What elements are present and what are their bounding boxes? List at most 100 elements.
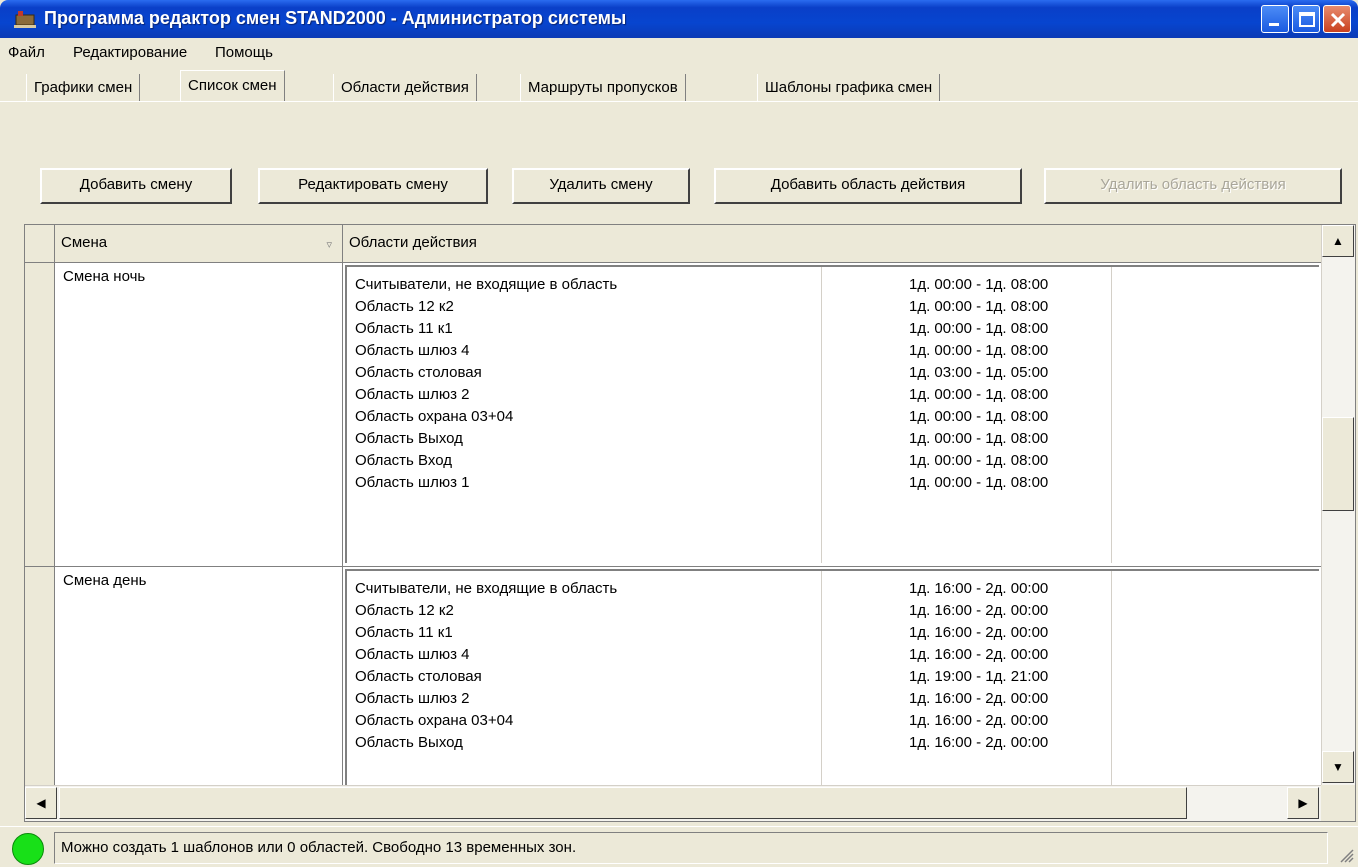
list-item[interactable]: Область 11 к1 1д. 00:00 - 1д. 08:00: [347, 319, 1307, 340]
row-indicator[interactable]: [25, 567, 55, 821]
tab-action-areas[interactable]: Области действия: [333, 74, 477, 102]
scroll-up-button[interactable]: ▲: [1322, 225, 1354, 257]
delete-area-button[interactable]: Удалить область действия: [1044, 168, 1342, 204]
tab-strip: Графики смен Список смен Области действи…: [0, 68, 1358, 102]
list-item[interactable]: Область 12 к2 1д. 16:00 - 2д. 00:00: [347, 601, 1307, 622]
scroll-left-button[interactable]: ◀: [25, 787, 57, 819]
area-time: 1д. 16:00 - 2д. 00:00: [909, 624, 1049, 641]
horizontal-scroll-thumb[interactable]: [59, 787, 1187, 819]
list-item[interactable]: Считыватели, не входящие в область 1д. 00…: [347, 275, 1307, 296]
header-indicator: [25, 225, 55, 263]
title-bar[interactable]: Программа редактор смен STAND2000 - Адми…: [0, 0, 1358, 38]
tab-pass-routes[interactable]: Маршруты пропусков: [520, 74, 686, 102]
area-name: Область столовая: [355, 364, 482, 381]
list-item[interactable]: Область 12 к2 1д. 00:00 - 1д. 08:00: [347, 297, 1307, 318]
horizontal-scrollbar[interactable]: ◀ ▶: [25, 785, 1321, 821]
sort-icon: ▿: [326, 239, 332, 251]
arrow-up-icon: ▲: [1332, 234, 1344, 248]
grid-header: Смена ▿ Области действия: [25, 225, 1321, 263]
shift-grid[interactable]: Смена ▿ Области действия Смена ночь Счит…: [24, 224, 1356, 822]
delete-shift-button[interactable]: Удалить смену: [512, 168, 690, 204]
tab-shift-schedules[interactable]: Графики смен: [26, 74, 141, 102]
area-time: 1д. 16:00 - 2д. 00:00: [909, 580, 1049, 597]
list-item[interactable]: Область шлюз 2 1д. 00:00 - 1д. 08:00: [347, 385, 1307, 406]
status-text: Можно создать 1 шаблонов или 0 областей.…: [54, 832, 1328, 864]
shift-name-cell[interactable]: Смена день: [55, 567, 343, 821]
area-name: Область шлюз 1: [355, 474, 470, 491]
area-name: Область 11 к1: [355, 624, 453, 641]
vertical-scrollbar[interactable]: ▲ ▼: [1321, 225, 1355, 785]
area-name: Область Выход: [355, 430, 463, 447]
area-name: Область 12 к2: [355, 602, 454, 619]
menu-file[interactable]: Файл: [8, 44, 45, 61]
resize-grip-icon[interactable]: [1336, 845, 1354, 863]
scroll-corner: [1321, 785, 1355, 821]
area-name: Область шлюз 2: [355, 690, 470, 707]
window-title: Программа редактор смен STAND2000 - Адми…: [44, 8, 627, 28]
area-time: 1д. 00:00 - 1д. 08:00: [909, 298, 1049, 315]
area-name: Область 11 к1: [355, 320, 453, 337]
areas-list: Считыватели, не входящие в область 1д. 00…: [345, 265, 1319, 563]
list-item[interactable]: Область столовая 1д. 03:00 - 1д. 05:00: [347, 363, 1307, 384]
list-item[interactable]: Область Вход 1д. 00:00 - 1д. 08:00: [347, 451, 1307, 472]
area-time: 1д. 16:00 - 2д. 00:00: [909, 734, 1049, 751]
shift-name-cell[interactable]: Смена ночь: [55, 263, 343, 567]
list-item[interactable]: Область охрана 03+04 1д. 00:00 - 1д. 08:0…: [347, 407, 1307, 428]
app-icon: [14, 11, 36, 28]
row-indicator[interactable]: [25, 263, 55, 567]
area-time: 1д. 19:00 - 1д. 21:00: [909, 668, 1049, 685]
scroll-right-button[interactable]: ▶: [1287, 787, 1319, 819]
column-header-shift-label: Смена: [61, 234, 108, 251]
table-row[interactable]: Смена ночь Считыватели, не входящие в об…: [25, 263, 1321, 567]
add-area-button[interactable]: Добавить область действия: [714, 168, 1022, 204]
area-name: Область Выход: [355, 734, 463, 751]
area-time: 1д. 00:00 - 1д. 08:00: [909, 474, 1049, 491]
area-name: Область шлюз 4: [355, 342, 470, 359]
areas-cell[interactable]: Считыватели, не входящие в область 1д. 00…: [343, 263, 1321, 567]
minimize-button[interactable]: [1261, 5, 1289, 33]
status-indicator-icon: [12, 833, 44, 865]
area-time: 1д. 00:00 - 1д. 08:00: [909, 386, 1049, 403]
list-item[interactable]: Область 11 к1 1д. 16:00 - 2д. 00:00: [347, 623, 1307, 644]
arrow-left-icon: ◀: [36, 796, 46, 810]
tab-shift-list[interactable]: Список смен: [180, 70, 285, 102]
list-item[interactable]: Область шлюз 4 1д. 16:00 - 2д. 00:00: [347, 645, 1307, 666]
list-item[interactable]: Область шлюз 4 1д. 00:00 - 1д. 08:00: [347, 341, 1307, 362]
list-item[interactable]: Область шлюз 1 1д. 00:00 - 1д. 08:00: [347, 473, 1307, 494]
list-item[interactable]: Область Выход 1д. 16:00 - 2д. 00:00: [347, 733, 1307, 754]
list-item[interactable]: Считыватели, не входящие в область 1д. 16…: [347, 579, 1307, 600]
list-item[interactable]: Область Выход 1д. 00:00 - 1д. 08:00: [347, 429, 1307, 450]
maximize-button[interactable]: [1292, 5, 1320, 33]
menu-bar: Файл Редактирование Помощь: [0, 38, 1358, 68]
table-row[interactable]: Смена день Считыватели, не входящие в об…: [25, 567, 1321, 821]
menu-help[interactable]: Помощь: [215, 44, 273, 61]
scroll-down-button[interactable]: ▼: [1322, 751, 1354, 783]
area-time: 1д. 16:00 - 2д. 00:00: [909, 646, 1049, 663]
area-name: Область шлюз 4: [355, 646, 470, 663]
toolbar: Добавить смену Редактировать смену Удали…: [0, 102, 1358, 224]
add-shift-button[interactable]: Добавить смену: [40, 168, 232, 204]
area-time: 1д. 00:00 - 1д. 08:00: [909, 276, 1049, 293]
close-button[interactable]: [1323, 5, 1351, 33]
area-time: 1д. 00:00 - 1д. 08:00: [909, 342, 1049, 359]
area-time: 1д. 00:00 - 1д. 08:00: [909, 408, 1049, 425]
areas-cell[interactable]: Считыватели, не входящие в область 1д. 16…: [343, 567, 1321, 821]
area-time: 1д. 03:00 - 1д. 05:00: [909, 364, 1049, 381]
list-item[interactable]: Область охрана 03+04 1д. 16:00 - 2д. 00:0…: [347, 711, 1307, 732]
edit-shift-button[interactable]: Редактировать смену: [258, 168, 488, 204]
list-item[interactable]: Область столовая 1д. 19:00 - 1д. 21:00: [347, 667, 1307, 688]
area-name: Область шлюз 2: [355, 386, 470, 403]
close-icon: [1330, 12, 1346, 28]
menu-edit[interactable]: Редактирование: [73, 44, 187, 61]
area-name: Область 12 к2: [355, 298, 454, 315]
list-item[interactable]: Область шлюз 2 1д. 16:00 - 2д. 00:00: [347, 689, 1307, 710]
column-header-areas[interactable]: Области действия: [343, 225, 1321, 263]
area-time: 1д. 00:00 - 1д. 08:00: [909, 320, 1049, 337]
tab-schedule-templates[interactable]: Шаблоны графика смен: [757, 74, 941, 102]
vertical-scroll-thumb[interactable]: [1322, 417, 1354, 511]
column-header-shift[interactable]: Смена ▿: [55, 225, 343, 263]
area-time: 1д. 16:00 - 2д. 00:00: [909, 712, 1049, 729]
area-name: Область столовая: [355, 668, 482, 685]
arrow-down-icon: ▼: [1332, 760, 1344, 774]
area-name: Область Вход: [355, 452, 452, 469]
